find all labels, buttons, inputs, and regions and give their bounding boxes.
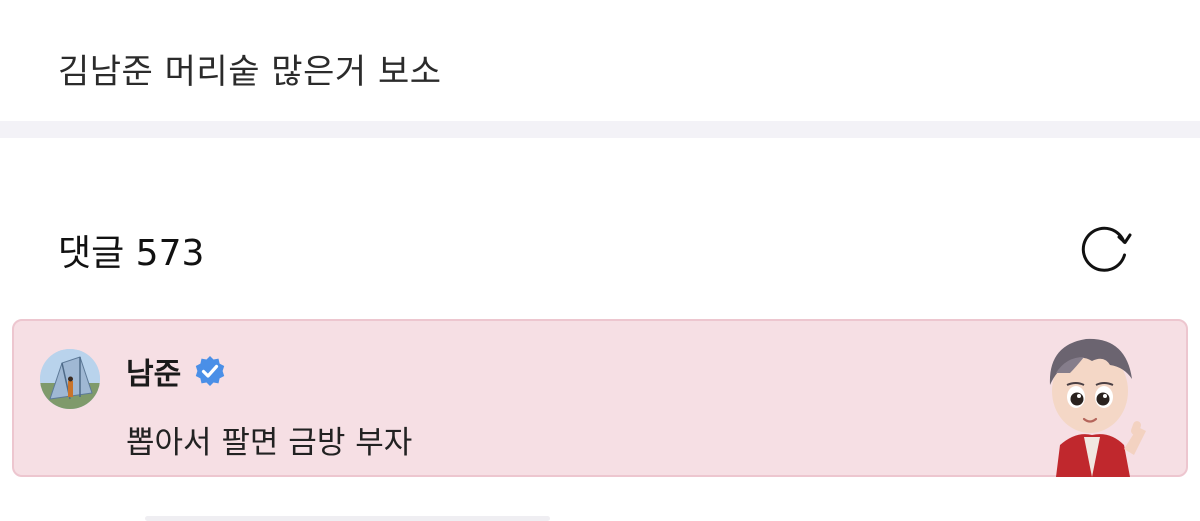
comment-author-row: 남준 [126,349,227,393]
highlighted-comment[interactable]: 남준 뽑아서 팔면 금방 부자 [12,319,1188,477]
refresh-button[interactable] [1078,221,1134,277]
section-divider [0,121,1200,138]
verified-badge-icon [196,356,225,386]
comment-text: 뽑아서 팔면 금방 부자 [126,425,413,461]
next-item-edge [145,516,550,521]
refresh-icon [1081,226,1132,272]
comment-author-name[interactable]: 남준 [126,349,181,393]
post-title: 김남준 머리숱 많은거 보소 [58,52,442,92]
character-sticker-image [1049,338,1146,477]
comments-count-header: 댓글 573 [58,233,205,274]
avatar[interactable] [40,349,100,409]
